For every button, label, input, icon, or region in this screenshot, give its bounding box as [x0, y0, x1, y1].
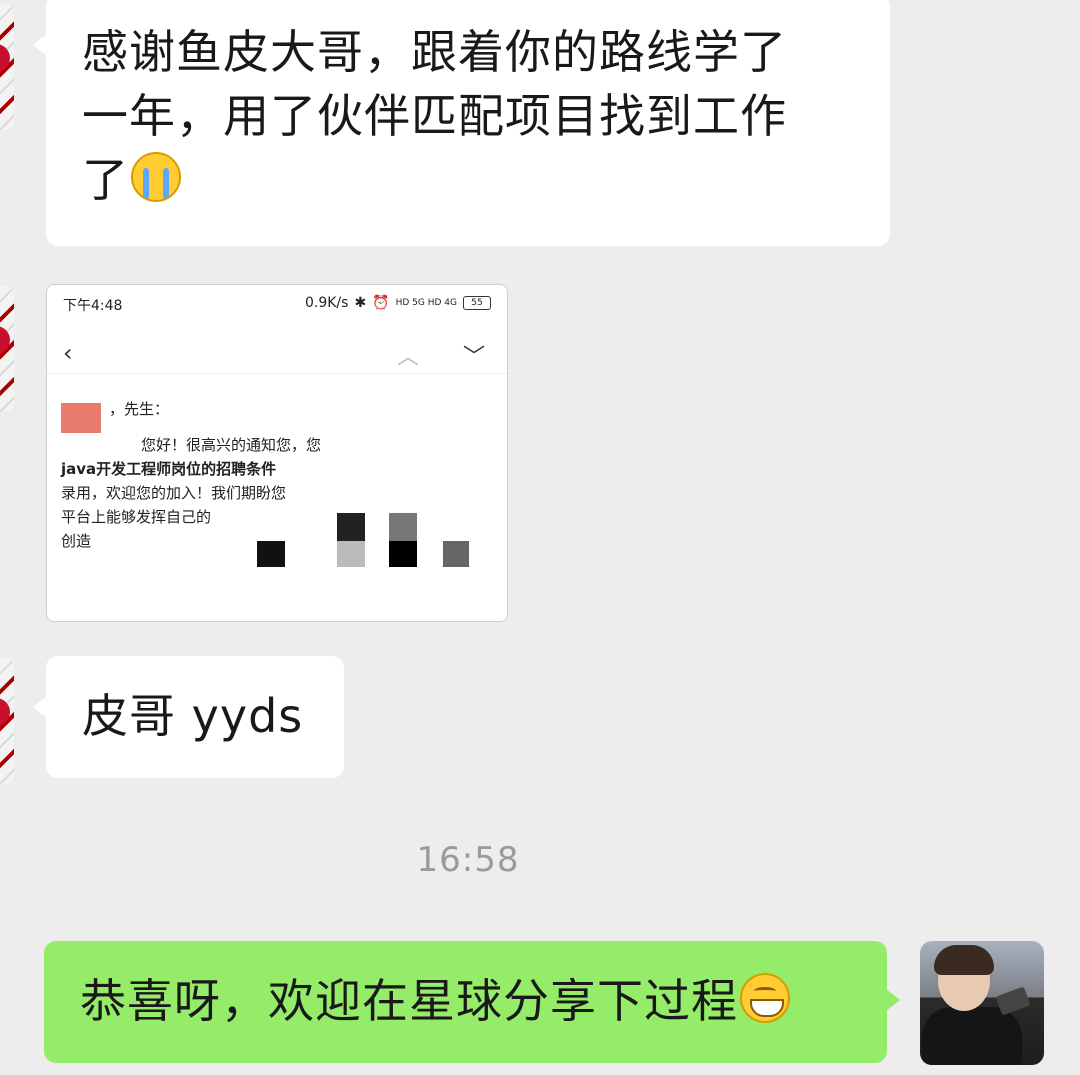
redaction-block — [257, 541, 285, 567]
redaction-block — [337, 541, 365, 567]
my-avatar[interactable] — [920, 941, 1044, 1065]
redaction-block — [337, 513, 365, 541]
crying-face-emoji-icon — [131, 152, 181, 202]
redaction-block — [389, 513, 417, 541]
sender-avatar[interactable] — [0, 4, 14, 130]
mail-nav-bar: ‹ ︿ ﹀ — [47, 333, 507, 374]
sender-avatar[interactable] — [0, 658, 14, 784]
mail-body: ，先生： 您好！很高兴的通知您，您 java开发工程师岗位的招聘条件 录用，欢迎… — [61, 397, 501, 553]
message-line: 感谢鱼皮大哥，跟着你的路线学了 — [82, 25, 787, 79]
avatar-hair — [934, 945, 994, 975]
avatar-phone — [995, 986, 1031, 1016]
signal-icon: HD 5G HD 4G — [395, 298, 457, 308]
mail-line: 录用，欢迎您的加入！我们期盼您 — [61, 484, 287, 502]
avatar-body — [922, 1007, 1022, 1065]
message-text: 恭喜呀，欢迎在星球分享下过程 — [80, 969, 851, 1033]
status-icons: 0.9K/s ✱ ⏰ HD 5G HD 4G 55 — [305, 295, 491, 311]
bluetooth-icon: ✱ — [354, 295, 367, 311]
redaction-block — [389, 541, 417, 567]
image-message[interactable]: 下午4:48 0.9K/s ✱ ⏰ HD 5G HD 4G 55 ‹ ︿ ﹀ ，… — [46, 284, 508, 622]
phone-status-bar: 下午4:48 0.9K/s ✱ ⏰ HD 5G HD 4G 55 — [47, 293, 507, 317]
status-time: 下午4:48 — [63, 298, 123, 314]
chevron-up-icon: ︿ — [397, 345, 420, 370]
message-line: 了 — [82, 148, 854, 212]
mail-greeting: ，先生： — [109, 400, 170, 418]
outgoing-text-message[interactable]: 恭喜呀，欢迎在星球分享下过程 — [44, 941, 900, 1063]
message-text: 皮哥 yyds — [82, 689, 304, 743]
back-chevron-icon: ‹ — [63, 339, 73, 367]
incoming-text-message[interactable]: 感谢鱼皮大哥，跟着你的路线学了 一年，用了伙伴匹配项目找到工作 了 — [33, 0, 890, 246]
chevron-down-icon: ﹀ — [463, 345, 486, 370]
net-speed: 0.9K/s — [304, 295, 349, 311]
battery-icon: 55 — [463, 296, 491, 310]
mail-line: java开发工程师岗位的招聘条件 — [61, 460, 277, 478]
sender-avatar[interactable] — [0, 286, 14, 412]
grinning-face-emoji-icon — [740, 973, 790, 1023]
chat-timestamp: 16:58 — [416, 840, 520, 880]
message-line: 一年，用了伙伴匹配项目找到工作 — [82, 89, 787, 143]
incoming-text-message[interactable]: 皮哥 yyds — [33, 656, 344, 778]
mail-line: 您好！很高兴的通知您，您 — [141, 436, 322, 454]
alarm-icon: ⏰ — [372, 295, 390, 311]
redaction-block — [443, 541, 469, 567]
message-text: 感谢鱼皮大哥，跟着你的路线学了 一年，用了伙伴匹配项目找到工作 了 — [82, 20, 854, 212]
mail-line: 平台上能够发挥自己的 — [61, 508, 212, 526]
